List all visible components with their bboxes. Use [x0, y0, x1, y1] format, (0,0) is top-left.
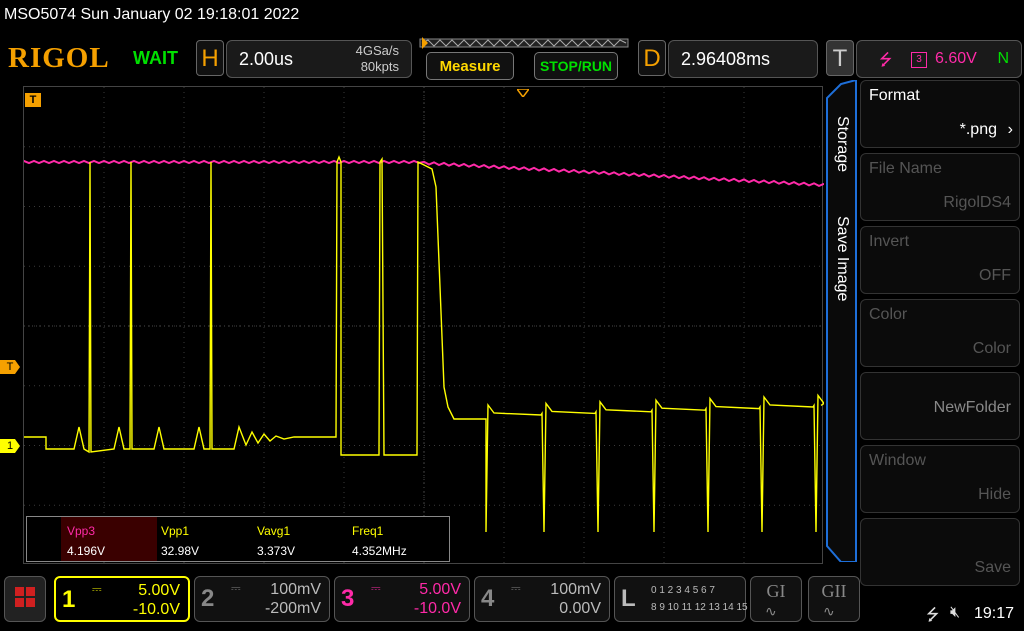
meas-value: 4.196V — [67, 544, 106, 558]
trigger-level-marker[interactable]: T — [0, 360, 20, 374]
meas-value: 4.352MHz — [352, 544, 407, 558]
save-menu-item[interactable]: Save — [860, 518, 1020, 586]
trigger-mode: N — [997, 50, 1009, 67]
channel-offset: 0.00V — [559, 600, 601, 617]
channel-offset: -10.0V — [132, 601, 180, 618]
menu-item-value: RigolDS4 — [943, 194, 1011, 211]
horizontal-key[interactable]: H — [196, 40, 224, 76]
decoder-2-label: GII — [821, 581, 847, 601]
mute-speaker-icon[interactable]: 🔇︎ — [950, 604, 960, 622]
dc-coupling-icon: ⎓ — [231, 581, 241, 595]
channel-scale: 5.00V — [138, 582, 180, 599]
dc-coupling-icon: ⎓ — [371, 581, 381, 595]
channel-2-panel[interactable]: 2 ⎓ 100mV -200mV — [194, 576, 330, 622]
wave-icon: ∿ — [823, 603, 835, 619]
main-menu-button[interactable] — [4, 576, 46, 622]
new-folder-menu-item[interactable]: NewFolder — [860, 372, 1020, 440]
channel-number: 3 — [341, 585, 355, 612]
meas-name: Freq1 — [352, 524, 384, 538]
measure-button[interactable]: Measure — [426, 52, 514, 80]
edge-trigger-icon: ⭍ — [879, 52, 893, 69]
channel-number: 1 — [62, 586, 76, 613]
logic-key: L — [621, 585, 636, 612]
menu-item-title: Color — [869, 306, 908, 323]
menu-item-value: Save — [974, 559, 1011, 576]
ch1-offset-marker[interactable]: 1 — [0, 439, 20, 453]
save-image-tab[interactable]: Save Image — [831, 216, 851, 316]
delay-key[interactable]: D — [638, 40, 666, 76]
menu-item-title: File Name — [869, 160, 942, 177]
channel-number: 2 — [201, 585, 215, 612]
dc-coupling-icon: ⎓ — [511, 581, 521, 595]
channel-scale: 100mV — [550, 581, 601, 598]
chevron-right-icon: › — [1007, 121, 1013, 138]
usb-icon: ⭍ — [926, 607, 940, 624]
format-menu-item[interactable]: Format *.png › — [860, 80, 1020, 148]
menu-item-value: *.png — [959, 121, 997, 138]
logic-channels-row1: 0 1 2 3 4 5 6 7 — [651, 585, 715, 596]
decoder-1-button[interactable]: GI ∿ — [750, 576, 802, 622]
meas-value: 3.373V — [257, 544, 296, 558]
storage-tab[interactable]: Storage — [831, 116, 851, 196]
trigger-level: 6.60V — [935, 50, 977, 67]
delay-value: 2.96408ms — [681, 49, 771, 69]
window-title: MSO5074 Sun January 02 19:18:01 2022 — [4, 6, 300, 23]
meas-name: Vpp3 — [67, 524, 96, 538]
menu-item-value: NewFolder — [933, 399, 1011, 416]
stop-run-button[interactable]: STOP/RUN — [534, 52, 618, 80]
storage-tab-label: Storage — [834, 116, 851, 173]
trigger-source: 3 — [911, 52, 927, 68]
system-clock: 19:17 — [974, 605, 1015, 622]
waveform-display[interactable] — [23, 86, 826, 565]
channel-number: 4 — [481, 585, 495, 612]
memory-overview-graphic — [419, 37, 629, 49]
menu-item-value: Color — [972, 340, 1011, 357]
memory-overview-bar[interactable] — [414, 36, 634, 50]
meas-name: Vavg1 — [257, 524, 291, 538]
wave-icon: ∿ — [765, 603, 777, 619]
channel-offset: -200mV — [264, 600, 321, 617]
acquisition-status: WAIT — [133, 48, 178, 68]
menu-item-title: Window — [869, 452, 926, 469]
meas-value: 32.98V — [161, 544, 200, 558]
menu-item-title: Invert — [869, 233, 910, 250]
grid-menu-icon — [15, 587, 35, 607]
channel-4-panel[interactable]: 4 ⎓ 100mV 0.00V — [474, 576, 610, 622]
delay-panel[interactable]: 2.96408ms — [668, 40, 818, 78]
dc-coupling-icon: ⎓ — [92, 582, 102, 596]
channel-3-panel[interactable]: 3 ⎓ 5.00V -10.0V — [334, 576, 470, 622]
decoder-1-label: GI — [766, 581, 786, 601]
save-image-tab-label: Save Image — [834, 216, 851, 302]
file-name-menu-item[interactable]: File Name RigolDS4 — [860, 153, 1020, 221]
channel-scale: 100mV — [270, 581, 321, 598]
rigol-logo: RIGOL — [8, 42, 110, 74]
sample-rate: 4GSa/s — [355, 43, 399, 58]
horizontal-panel[interactable]: 2.00us 4GSa/s 80kpts — [226, 40, 412, 78]
menu-item-value: OFF — [979, 267, 1011, 284]
timebase-value: 2.00us — [239, 49, 294, 69]
menu-item-title: Format — [869, 87, 920, 104]
trigger-key[interactable]: T — [826, 40, 854, 76]
trigger-panel[interactable]: ⭍ 3 6.60V N — [856, 40, 1022, 78]
window-menu-item[interactable]: Window Hide — [860, 445, 1020, 513]
channel-offset: -10.0V — [413, 600, 461, 617]
meas-name: Vpp1 — [161, 524, 190, 538]
menu-item-value: Hide — [978, 486, 1011, 503]
measurement-table: Vpp3 4.196V Vpp1 32.98V Vavg1 3.373V Fre… — [26, 516, 450, 562]
side-menu-tab[interactable]: Storage Save Image — [825, 78, 857, 563]
color-menu-item[interactable]: Color Color — [860, 299, 1020, 367]
logic-channels-row2: 8 9 10 11 12 13 14 15 — [651, 602, 748, 613]
trigger-offset-marker[interactable]: T — [25, 93, 41, 107]
memory-depth: 80kpts — [360, 59, 399, 74]
decoder-2-button[interactable]: GII ∿ — [808, 576, 860, 622]
logic-analyzer-panel[interactable]: L 0 1 2 3 4 5 6 7 8 9 10 11 12 13 14 15 — [614, 576, 748, 622]
channel-1-panel[interactable]: 1 5.00V ⎓ -10.0V — [54, 576, 190, 622]
channel-scale: 5.00V — [419, 581, 461, 598]
invert-menu-item[interactable]: Invert OFF — [860, 226, 1020, 294]
graticule — [23, 87, 826, 565]
